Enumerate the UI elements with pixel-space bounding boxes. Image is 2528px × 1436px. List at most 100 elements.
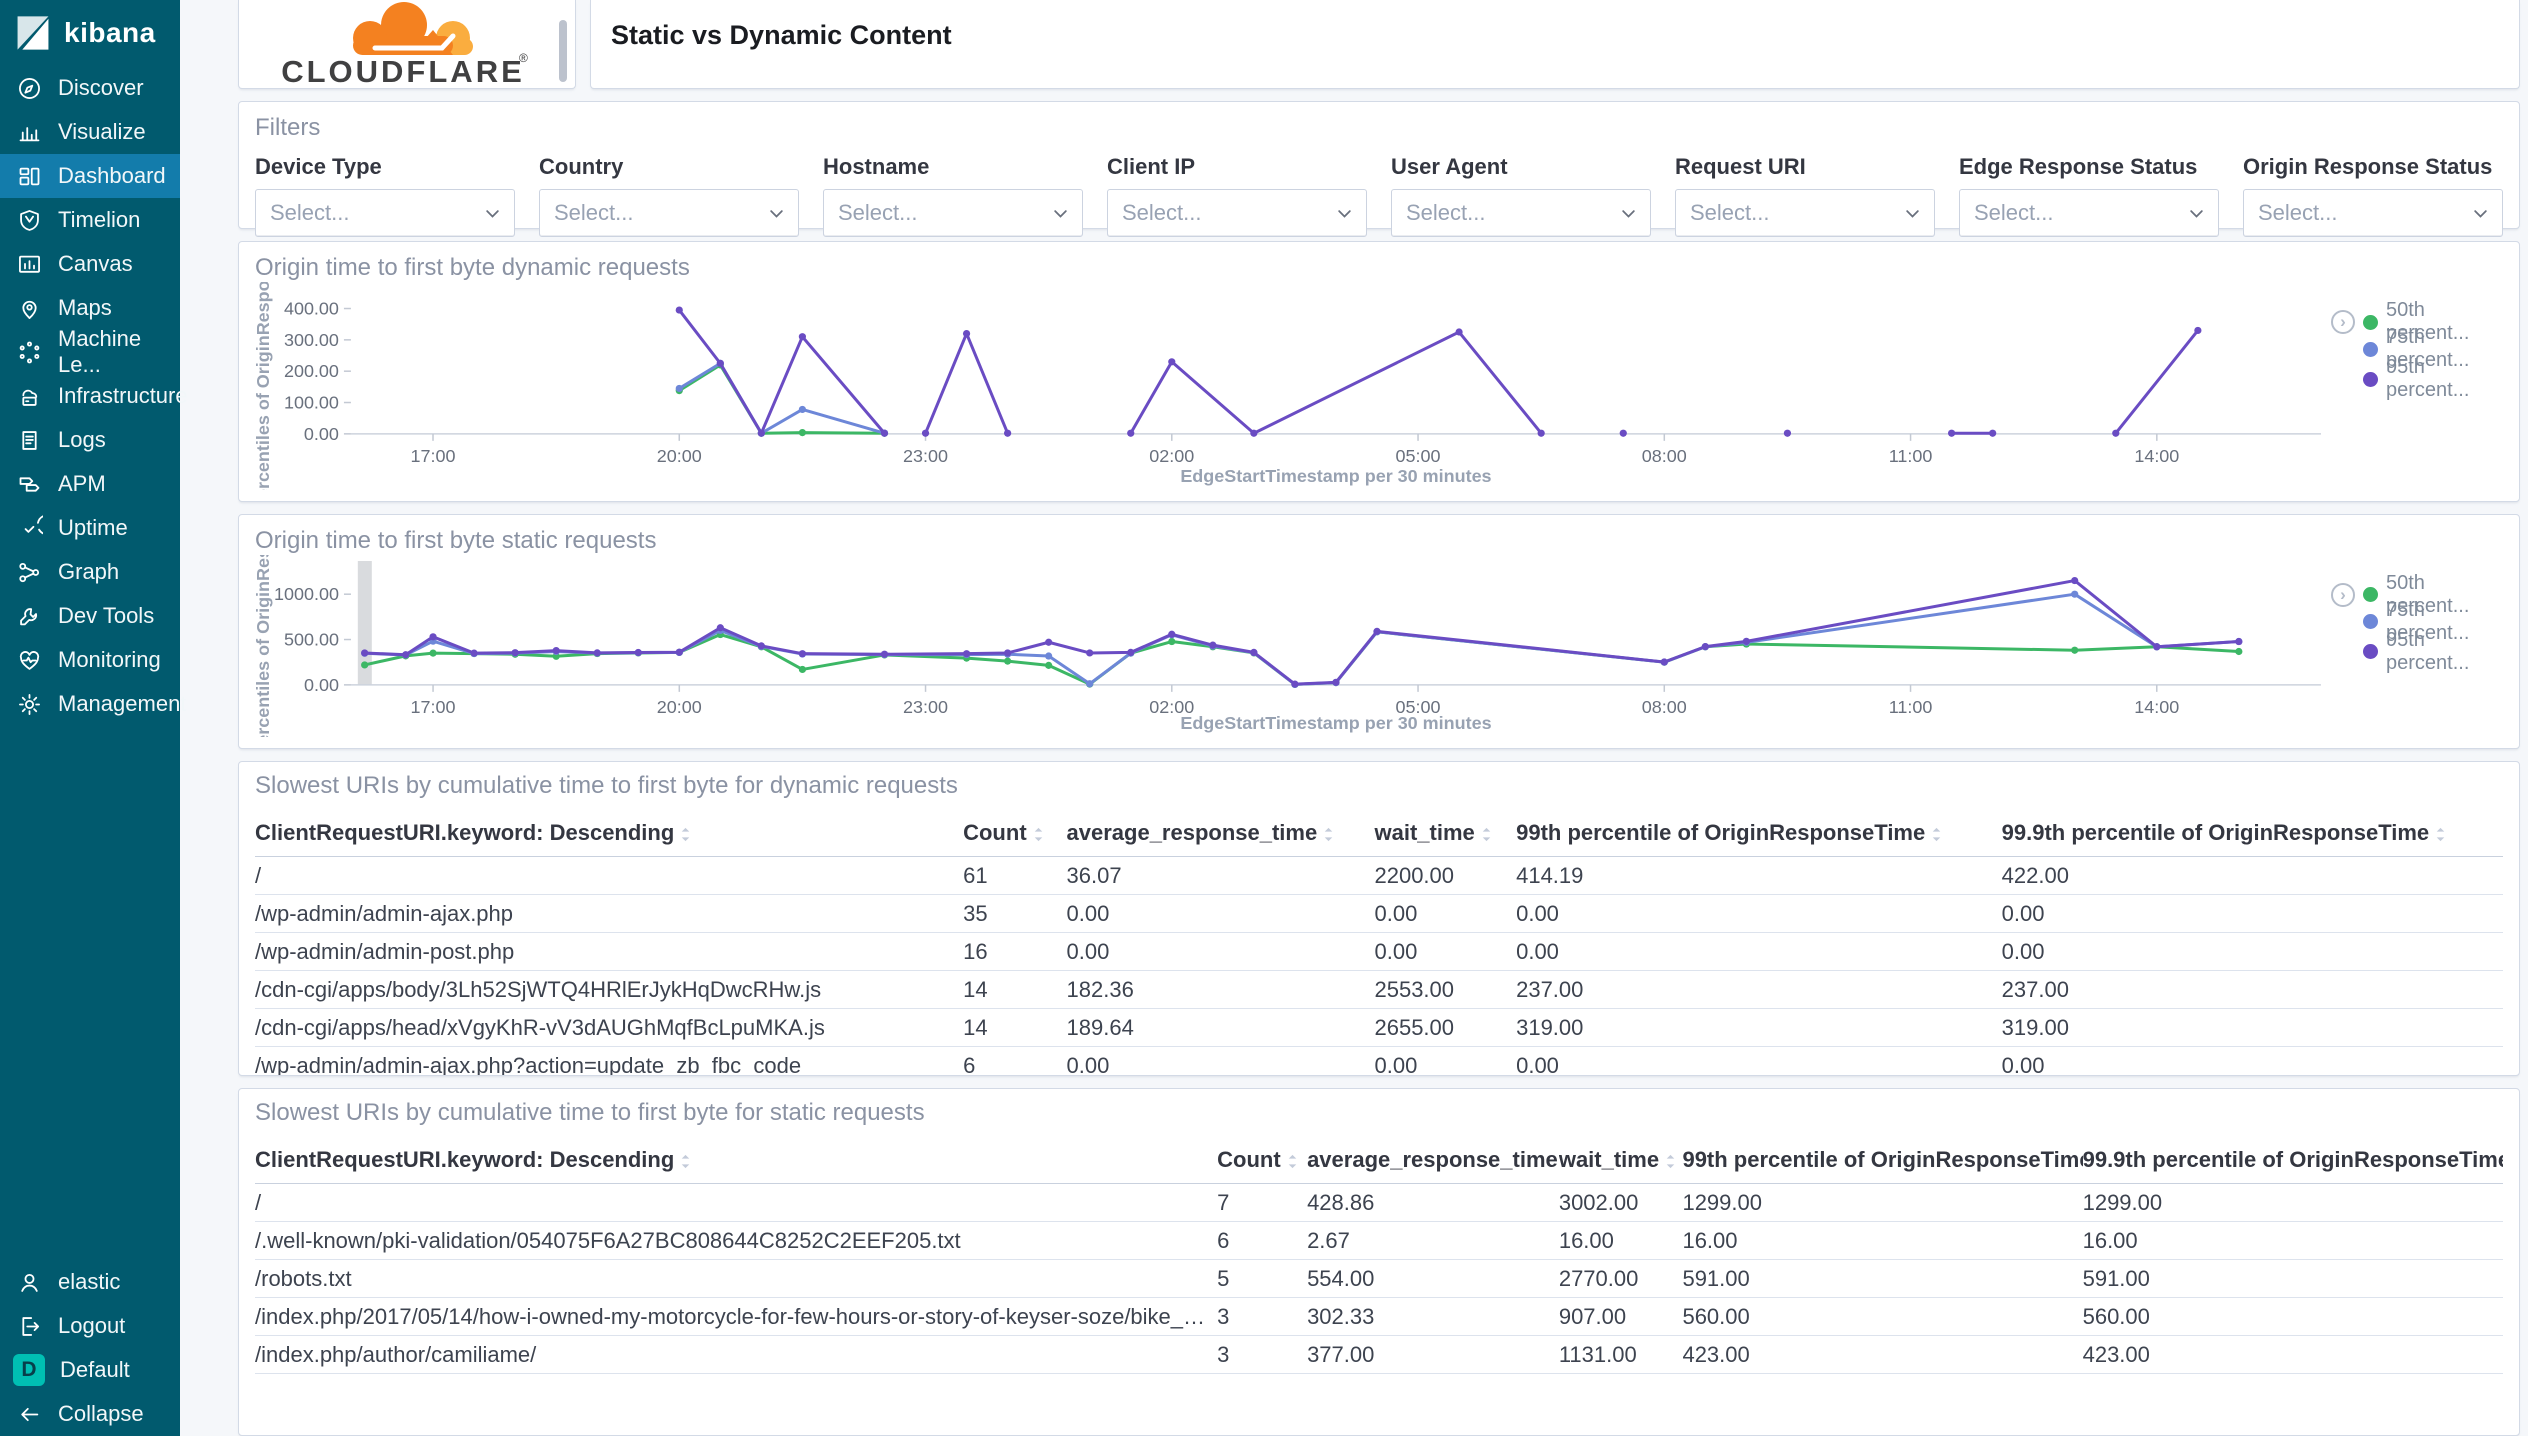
table-cell: 0.00 [2001,932,2503,971]
sidebar-item-default[interactable]: D Default [0,1348,180,1392]
table-cell: 36.07 [1066,856,1375,895]
column-header-count[interactable]: Count [1217,1140,1308,1184]
sidebar-item-dashboard[interactable]: Dashboard [0,154,180,198]
legend-color-dot [2363,314,2378,330]
select-placeholder: Select... [1690,200,1770,225]
table-cell: 0.00 [2001,1046,2503,1075]
sidebar-item-label: Management [58,691,187,716]
table-cell: 0.00 [1374,894,1517,933]
table-cell: 16.00 [1558,1221,1683,1260]
select-placeholder: Select... [1974,200,2054,225]
sidebar-item-label: Dev Tools [58,603,155,628]
sidebar: kibana Discover Visualize Dashboard Timelio… [0,0,188,1436]
sidebar-item-timelion[interactable]: Timelion [0,198,180,242]
table-cell: 3 [1217,1335,1308,1374]
column-header-label: 99.9th percentile of OriginResponseTime [2001,819,2430,845]
client-ip-select[interactable]: Select... [1107,189,1367,237]
sidebar-item-visualize[interactable]: Visualize [0,110,180,154]
table-cell: 14 [963,1008,1067,1047]
sidebar-item-logout[interactable]: Logout [0,1304,180,1348]
filter-field-client-ip: Client IP Select... [1107,154,1367,237]
column-header-clientrequesturi-keyword-descending[interactable]: ClientRequestURI.keyword: Descending [255,1140,1218,1184]
sidebar-item-apm[interactable]: APM [0,462,180,506]
chevron-down-icon [2190,209,2203,218]
column-header-99th-percentile-of-originresponsetime[interactable]: 99th percentile of OriginResponseTime [1516,813,2002,857]
table-row: /7 428.86 3002.00 1299.00 1299.00 [255,1183,2503,1222]
sidebar-item-management[interactable]: Management [0,682,186,726]
device-type-select[interactable]: Select... [255,189,515,237]
sidebar-item-label: Canvas [58,251,133,276]
chevron-down-icon [1622,209,1635,218]
filter-field-country: Country Select... [539,154,799,237]
canvas-icon [16,251,43,278]
timelion-icon [16,207,43,234]
kibana-logo[interactable]: kibana [0,0,180,66]
table-row: /wp-admin/admin-post.php 16 0.00 0.00 0.00 0.… [255,932,2503,971]
svg-text:20:00: 20:00 [657,697,702,717]
filter-field-request-uri: Request URI Select... [1675,154,1935,237]
table-cell: 2770.00 [1558,1259,1683,1298]
legend-expand-icon[interactable]: › [2331,582,2355,607]
sidebar-item-logs[interactable]: Logs [0,418,180,462]
sidebar-item-infrastructure[interactable]: Infrastructure [0,374,188,418]
table-container: ClientRequestURI.keyword: Descending Coun… [255,813,2503,1075]
column-header-99-9th-percentile-of-originresponsetime[interactable]: 99.9th percentile of OriginResponseTime [2001,813,2503,857]
svg-text:08:00: 08:00 [1642,697,1687,717]
table-cell: 423.00 [1682,1335,2083,1374]
filter-label: Device Type [255,154,382,179]
svg-text:20:00: 20:00 [657,446,702,466]
column-header-count[interactable]: Count [963,813,1067,857]
panel-scrollbar[interactable] [559,20,567,82]
sidebar-item-collapse[interactable]: Collapse [0,1392,180,1436]
sidebar-item-label: Discover [58,75,144,100]
legend-label: 95th percent... [2386,628,2470,674]
collapse-icon [16,1401,43,1428]
sidebar-item-maps[interactable]: Maps [0,286,180,330]
legend-item-95th-percent[interactable]: 95th percent... [2331,629,2503,674]
table-cell: 554.00 [1307,1259,1559,1298]
sidebar-item-dev-tools[interactable]: Dev Tools [0,594,180,638]
table-row: /.well-known/pki-validation/054075F6A27B… [255,1221,2503,1260]
filter-field-device-type: Device Type Select... [255,154,515,237]
svg-text:0.00: 0.00 [304,675,339,695]
legend-expand-icon[interactable]: › [2331,310,2355,334]
chevron-down-icon [1906,209,1919,218]
select-placeholder: Select... [1122,200,1202,225]
sidebar-item-uptime[interactable]: Uptime [0,506,180,550]
column-header-wait-time[interactable]: wait_time [1558,1140,1683,1184]
uptime-icon [16,514,43,542]
table-row: /index.php/author/camiliame/3 377.00 1131.… [255,1335,2503,1374]
header-row: CLOUDFLARE ® Static vs Dynamic Content [238,0,2520,89]
column-header-clientrequesturi-keyword-descending[interactable]: ClientRequestURI.keyword: Descending [255,813,964,857]
user-agent-select[interactable]: Select... [1391,189,1651,237]
sidebar-nav: Discover Visualize Dashboard Timelion Canvas… [0,66,188,726]
country-select[interactable]: Select... [539,189,799,237]
chevron-down-icon [486,209,499,218]
sidebar-item-canvas[interactable]: Canvas [0,242,180,286]
hostname-select[interactable]: Select... [823,189,1083,237]
sidebar-item-discover[interactable]: Discover [0,66,180,110]
sidebar-item-machine-le[interactable]: Machine Le... [0,326,180,377]
sort-icon [682,827,690,841]
sidebar-item-monitoring[interactable]: Monitoring [0,638,180,682]
edge-response-status-select[interactable]: Select... [1959,189,2219,237]
table-cell: 591.00 [1682,1259,2083,1298]
legend-color-dot [2363,371,2378,387]
table-cell: 2.67 [1307,1221,1559,1260]
column-header-99-9th-percentile-of-originresponsetime[interactable]: 99.9th percentile of OriginResponseTime [2082,1140,2503,1184]
column-header-label: average_response_time [1307,1146,1558,1172]
table-cell: /cdn-cgi/apps/body/3Lh52SjWTQ4HRlErJykHq… [255,970,964,1009]
ml-icon [16,339,43,366]
origin-response-status-select[interactable]: Select... [2243,189,2503,237]
column-header-wait-time[interactable]: wait_time [1374,813,1517,857]
column-header-99th-percentile-of-originresponsetime[interactable]: 99th percentile of OriginResponseTime [1682,1140,2083,1184]
column-header-average-response-time[interactable]: average_response_time [1066,813,1375,857]
sidebar-item-elastic[interactable]: elastic [0,1260,180,1304]
sidebar-item-label: Default [60,1357,130,1382]
column-header-average-response-time[interactable]: average_response_time [1307,1140,1559,1184]
request-uri-select[interactable]: Select... [1675,189,1935,237]
sidebar-item-graph[interactable]: Graph [0,550,180,594]
legend-item-95th-percent[interactable]: 95th percent... [2331,356,2503,401]
legend-color-dot [2363,614,2378,630]
